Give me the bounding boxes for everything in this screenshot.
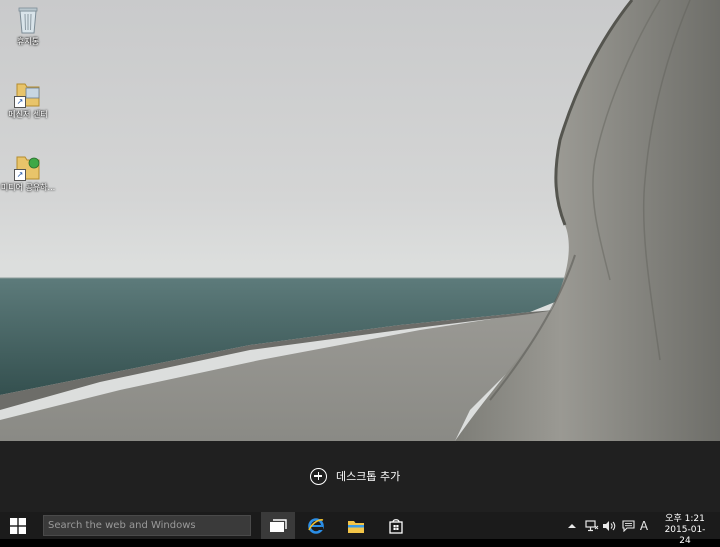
network-icon <box>585 519 599 531</box>
clock-date: 2015-01-24 <box>664 525 706 546</box>
search-input[interactable]: Search the web and Windows <box>43 515 251 536</box>
desktop-icon-media-share[interactable]: ↗ 미디어 공유하... <box>0 151 58 193</box>
speaker-icon <box>603 520 616 531</box>
folder-shortcut-icon: ↗ <box>14 151 42 181</box>
add-desktop-button[interactable]: 데스크톱 추가 <box>310 466 400 486</box>
input-language-button[interactable]: A <box>637 512 651 539</box>
desktop-icon-messenger-center[interactable]: ↗ 메신저 센터 <box>0 78 58 120</box>
recycle-bin-icon <box>14 5 42 35</box>
desktop-wallpaper[interactable]: 휴지통 ↗ 메신저 센터 ↗ 미디어 공유하... <box>0 0 720 441</box>
network-button[interactable] <box>584 512 600 539</box>
task-view-button[interactable] <box>261 512 295 539</box>
shortcut-arrow-icon: ↗ <box>14 169 26 181</box>
folder-shortcut-icon: ↗ <box>14 78 42 108</box>
windows-logo-icon <box>10 517 26 534</box>
taskbar: Search the web and Windows A 오후 1:21 201… <box>0 512 720 546</box>
store-icon <box>389 518 403 534</box>
file-explorer-button[interactable] <box>339 512 373 539</box>
internet-explorer-icon <box>308 517 324 534</box>
desktop-icon-label: 메신저 센터 <box>8 110 48 119</box>
action-center-button[interactable] <box>620 512 636 539</box>
desktop-icon-label: 미디어 공유하... <box>0 183 56 192</box>
volume-button[interactable] <box>601 512 617 539</box>
message-icon <box>621 519 635 532</box>
show-hidden-icons-button[interactable] <box>566 512 578 539</box>
store-button[interactable] <box>379 512 413 539</box>
shortcut-arrow-icon: ↗ <box>14 96 26 108</box>
desktop-icon-recycle-bin[interactable]: 휴지통 <box>0 5 58 47</box>
internet-explorer-button[interactable] <box>299 512 333 539</box>
ime-label: A <box>639 518 649 533</box>
file-explorer-icon <box>348 520 364 533</box>
chevron-up-icon <box>568 523 576 528</box>
wallpaper-image <box>0 0 720 441</box>
start-button[interactable] <box>0 512 36 539</box>
plus-circle-icon <box>310 467 327 485</box>
clock-time: 오후 1:21 <box>665 514 705 524</box>
clock[interactable]: 오후 1:21 2015-01-24 <box>660 514 710 547</box>
add-desktop-label: 데스크톱 추가 <box>336 470 401 483</box>
desktop-icon-label: 휴지통 <box>16 37 40 46</box>
task-view-icon <box>270 518 287 532</box>
